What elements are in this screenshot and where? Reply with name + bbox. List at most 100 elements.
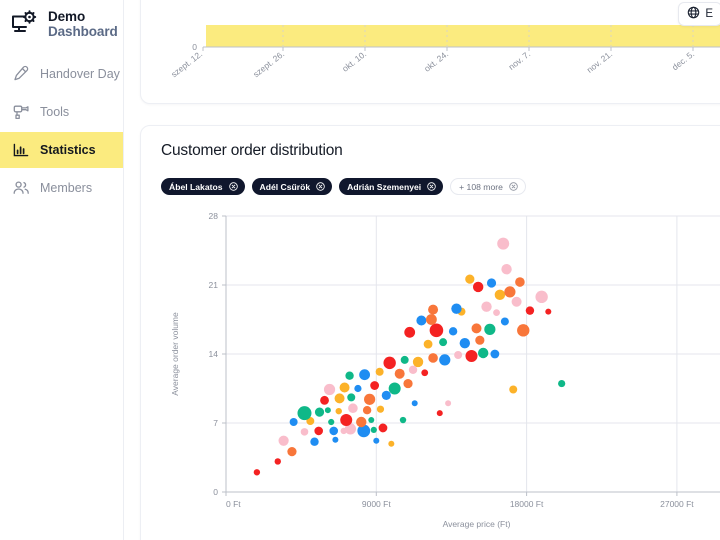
scatter-point[interactable] [439,354,450,365]
scatter-point[interactable] [430,324,444,338]
scatter-point[interactable] [517,324,529,336]
language-button[interactable]: E [678,2,720,26]
scatter-point[interactable] [558,380,565,387]
scatter-point[interactable] [320,396,329,405]
scatter-point[interactable] [472,323,482,333]
scatter-point[interactable] [460,338,470,348]
sidebar-item-tools[interactable]: Tools [0,94,123,130]
scatter-point[interactable] [335,393,345,403]
scatter-point[interactable] [535,291,547,303]
scatter-point[interactable] [484,324,495,335]
scatter-point[interactable] [409,366,417,374]
scatter-point[interactable] [332,437,338,443]
scatter-point[interactable] [490,350,499,359]
brand-logo[interactable]: Demo Dashboard [0,0,123,39]
scatter-point[interactable] [412,400,418,406]
scatter-point[interactable] [324,384,335,395]
scatter-point[interactable] [526,306,534,314]
scatter-point[interactable] [401,356,409,364]
scatter-point[interactable] [416,315,426,325]
scatter-point[interactable] [290,418,298,426]
scatter-plot[interactable]: 071421280 Ft9000 Ft18000 Ft27000 Ft Aver… [141,204,720,540]
scatter-point[interactable] [465,350,477,362]
close-icon[interactable] [427,182,436,191]
scatter-point[interactable] [368,417,374,423]
scatter-point[interactable] [315,408,324,417]
scatter-point[interactable] [404,327,415,338]
scatter-point[interactable] [501,317,509,325]
scatter-point[interactable] [493,309,500,316]
scatter-point[interactable] [487,278,496,287]
scatter-point[interactable] [329,427,338,436]
scatter-point[interactable] [377,406,384,413]
scatter-point[interactable] [279,436,289,446]
scatter-point[interactable] [473,282,483,292]
scatter-point[interactable] [454,351,462,359]
scatter-point[interactable] [428,353,438,363]
scatter-point[interactable] [478,348,488,358]
close-icon[interactable] [316,182,325,191]
scatter-point[interactable] [345,371,353,379]
scatter-point[interactable] [403,379,412,388]
scatter-point[interactable] [451,303,461,313]
scatter-point[interactable] [379,424,388,433]
scatter-point[interactable] [328,419,334,425]
scatter-point[interactable] [504,286,515,297]
scatter-point[interactable] [373,438,379,444]
customer-chip[interactable]: Ábel Lakatos [161,178,245,195]
scatter-point[interactable] [314,427,323,436]
scatter-point[interactable] [388,441,394,447]
customer-chip[interactable]: Adrián Szemenyei [339,178,443,195]
scatter-point[interactable] [515,277,525,287]
scatter-point[interactable] [363,406,371,414]
scatter-point[interactable] [382,391,391,400]
scatter-point[interactable] [445,400,451,406]
scatter-point[interactable] [254,469,260,475]
scatter-point[interactable] [376,368,384,376]
scatter-point[interactable] [359,369,370,380]
scatter-point[interactable] [465,274,474,283]
sidebar-item-handover-day[interactable]: Handover Day [0,56,123,92]
scatter-point[interactable] [325,407,331,413]
scatter-point[interactable] [426,314,437,325]
scatter-point[interactable] [545,309,551,315]
scatter-point[interactable] [400,417,406,423]
scatter-point[interactable] [481,301,491,311]
scatter-point[interactable] [424,340,433,349]
close-icon[interactable] [229,182,238,191]
scatter-point[interactable] [428,305,438,315]
scatter-point[interactable] [310,438,318,446]
scatter-point[interactable] [297,406,311,420]
more-customers-chip[interactable]: + 108 more [450,178,526,195]
scatter-point[interactable] [370,381,379,390]
sidebar-item-statistics[interactable]: Statistics [0,132,123,168]
scatter-point[interactable] [449,327,457,335]
scatter-point[interactable] [512,297,522,307]
scatter-point[interactable] [389,383,401,395]
scatter-point[interactable] [509,385,517,393]
close-icon[interactable] [509,182,518,191]
customer-chip[interactable]: Adél Csűrök [252,178,333,195]
scatter-point[interactable] [413,357,423,367]
scatter-point[interactable] [347,393,355,401]
scatter-point[interactable] [356,417,366,427]
scatter-point[interactable] [395,369,405,379]
scatter-point[interactable] [437,410,443,416]
scatter-point[interactable] [340,414,352,426]
scatter-point[interactable] [275,458,281,464]
scatter-point[interactable] [287,447,296,456]
scatter-point[interactable] [336,408,342,414]
scatter-point[interactable] [348,403,358,413]
scatter-point[interactable] [364,394,375,405]
scatter-point[interactable] [497,238,509,250]
scatter-point[interactable] [439,338,447,346]
sidebar-item-members[interactable]: Members [0,170,123,206]
scatter-point[interactable] [354,385,361,392]
scatter-point[interactable] [301,428,309,436]
scatter-point[interactable] [371,427,377,433]
scatter-point[interactable] [340,383,350,393]
scatter-point[interactable] [421,369,428,376]
scatter-point[interactable] [383,357,395,369]
scatter-point[interactable] [475,336,484,345]
scatter-point[interactable] [501,264,511,274]
